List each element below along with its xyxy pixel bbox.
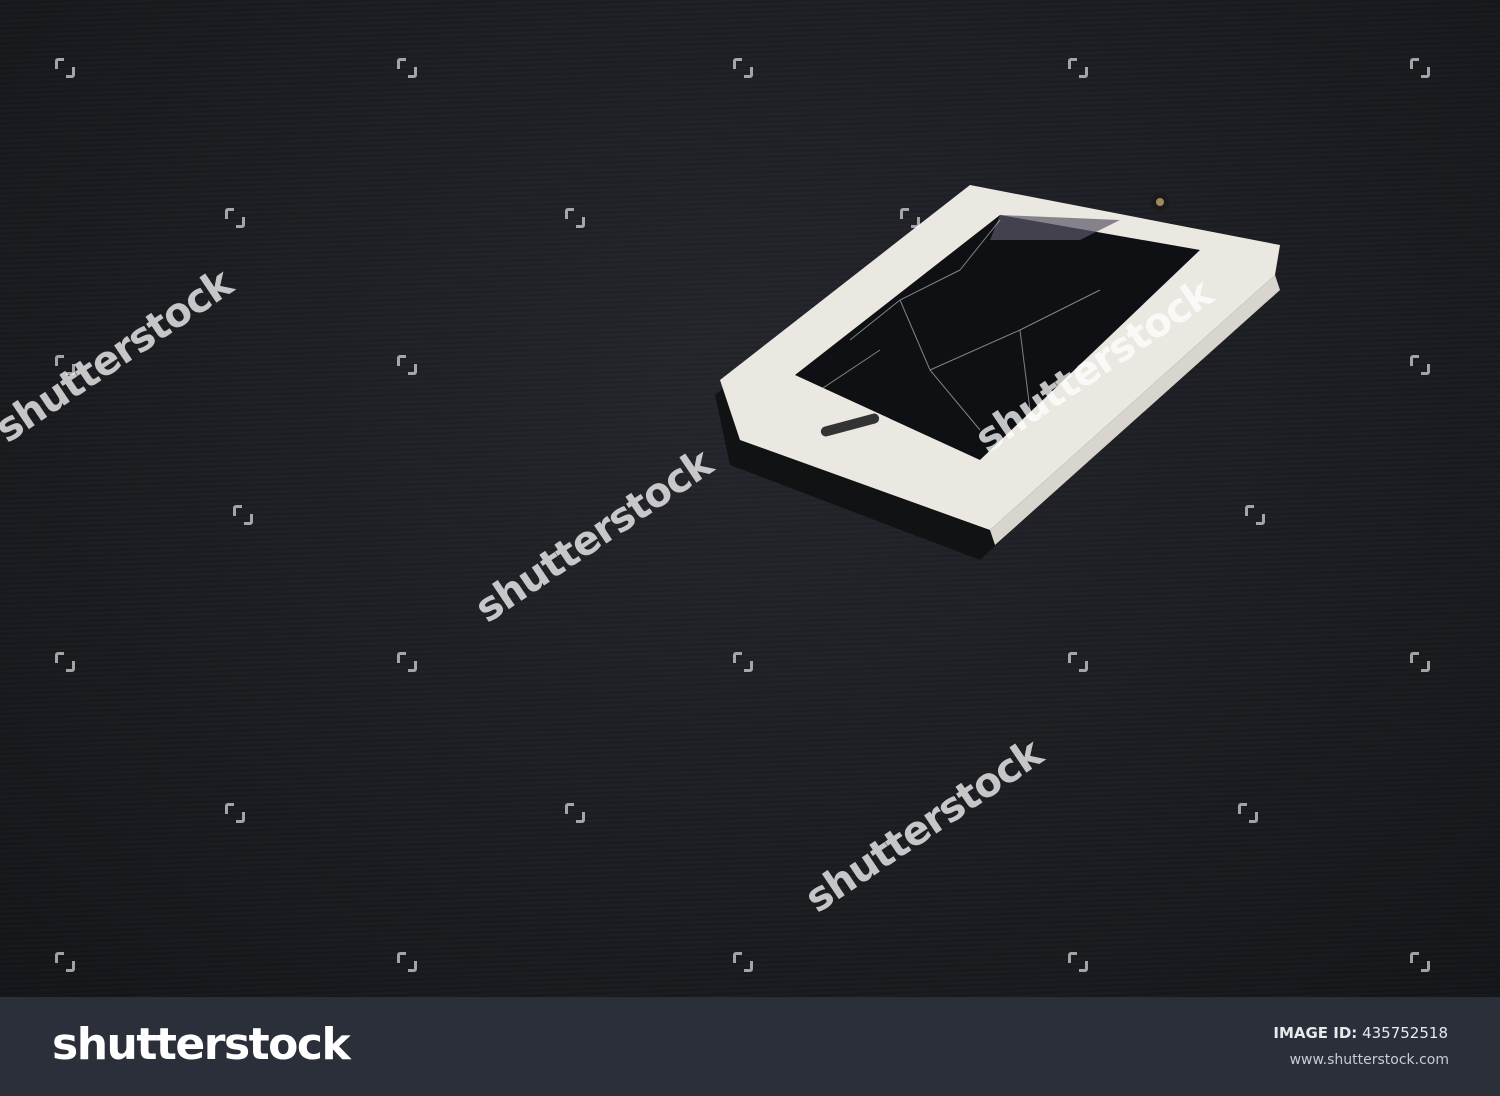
- footer-bar: shutterstock IMAGE ID: 435752518 www.shu…: [0, 997, 1500, 1096]
- photo-broken-phone-on-dark-wood: shutterstock shutterstock shutterstock s…: [0, 0, 1500, 997]
- website-url: www.shutterstock.com: [1289, 1052, 1449, 1068]
- image-id-label: IMAGE ID:: [1273, 1024, 1358, 1042]
- broken-smartphone: [715, 185, 1280, 560]
- image-id-value: 435752518: [1362, 1024, 1448, 1042]
- shutterstock-logo: shutterstock: [52, 1019, 351, 1070]
- image-id: IMAGE ID: 435752518: [1273, 1024, 1448, 1042]
